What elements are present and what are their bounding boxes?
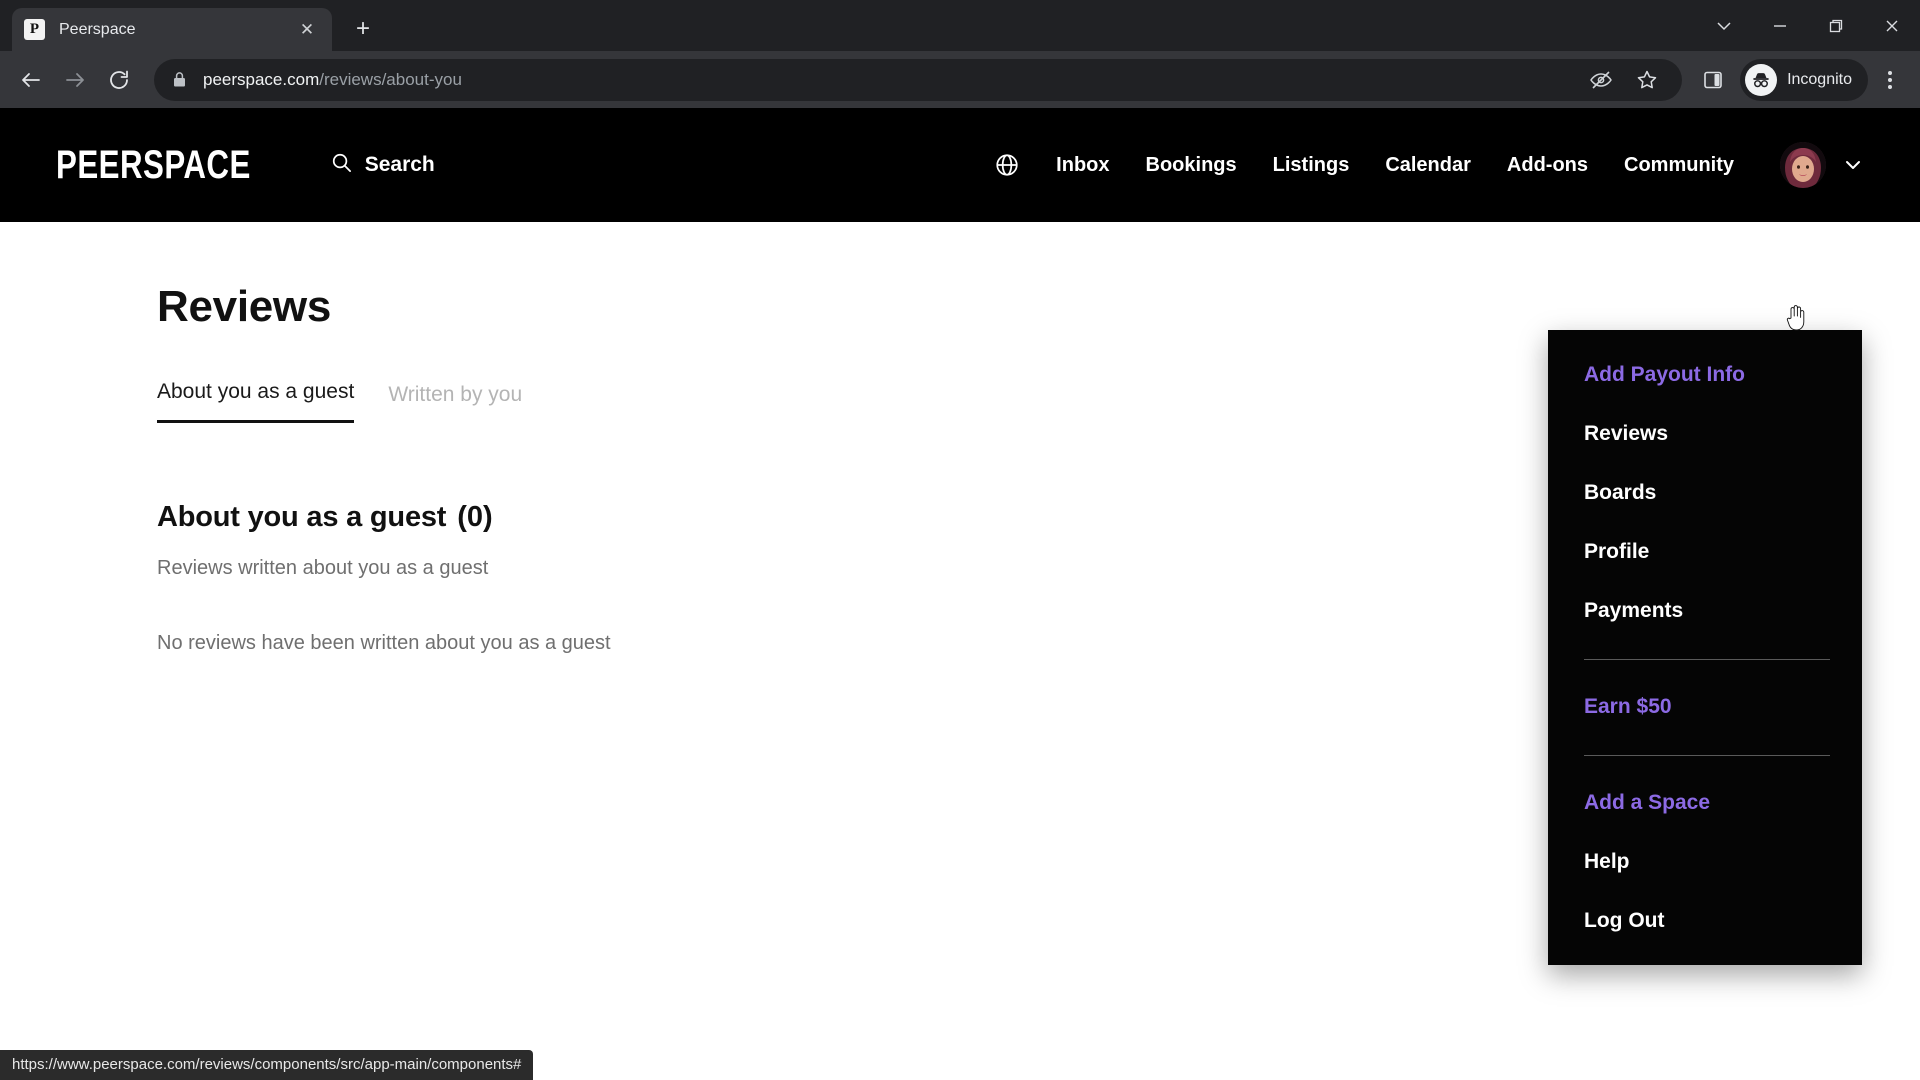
dropdown-item-boards[interactable]: Boards: [1548, 482, 1862, 503]
tab-written-by-you[interactable]: Written by you: [388, 383, 522, 423]
dropdown-item-reviews[interactable]: Reviews: [1548, 423, 1862, 444]
browser-window: P Peerspace ✕ + peerspace.com/reviews/ab…: [0, 0, 1920, 1080]
section-count: (0): [457, 501, 493, 533]
tab-strip: P Peerspace ✕ +: [0, 0, 1920, 51]
tracking-protection-icon[interactable]: [1580, 59, 1622, 101]
account-dropdown-menu: Add Payout Info Reviews Boards Profile P…: [1548, 330, 1862, 965]
account-menu-trigger[interactable]: [1780, 142, 1864, 188]
dropdown-item-payments[interactable]: Payments: [1548, 600, 1862, 621]
incognito-icon: [1745, 63, 1778, 96]
page-viewport: PEERSPACE Search Inbox Bookings Listings…: [0, 108, 1920, 1080]
language-globe-icon[interactable]: [994, 152, 1020, 178]
nav-item-listings[interactable]: Listings: [1273, 154, 1350, 177]
lock-icon: [172, 71, 187, 88]
side-panel-icon[interactable]: [1692, 59, 1734, 101]
restore-icon[interactable]: [1808, 0, 1864, 51]
chevron-down-icon[interactable]: [1842, 154, 1864, 176]
tab-title: Peerspace: [59, 20, 136, 38]
search-button[interactable]: Search: [330, 151, 435, 179]
url-text: peerspace.com/reviews/about-you: [203, 70, 1580, 90]
tab-favicon-icon: P: [24, 19, 45, 40]
back-icon[interactable]: [10, 59, 52, 101]
section-title: About you as a guest: [157, 501, 447, 533]
browser-toolbar: peerspace.com/reviews/about-you Incognit…: [0, 51, 1920, 108]
dropdown-divider: [1584, 659, 1830, 660]
search-icon: [330, 151, 353, 179]
dropdown-item-earn-50[interactable]: Earn $50: [1548, 696, 1862, 717]
dropdown-item-add-payout-info[interactable]: Add Payout Info: [1548, 364, 1862, 385]
nav-item-community[interactable]: Community: [1624, 154, 1734, 177]
site-header: PEERSPACE Search Inbox Bookings Listings…: [0, 108, 1920, 222]
avatar[interactable]: [1780, 142, 1826, 188]
dropdown-item-add-a-space[interactable]: Add a Space: [1548, 792, 1862, 813]
dropdown-item-profile[interactable]: Profile: [1548, 541, 1862, 562]
omnibox-actions: [1580, 59, 1668, 101]
nav-item-inbox[interactable]: Inbox: [1056, 154, 1109, 177]
tab-search-chevron-down-icon[interactable]: [1696, 0, 1752, 51]
primary-nav: Inbox Bookings Listings Calendar Add-ons…: [994, 142, 1920, 188]
browser-menu-icon[interactable]: [1870, 59, 1910, 101]
url-domain: peerspace.com: [203, 69, 320, 89]
incognito-label: Incognito: [1787, 70, 1852, 88]
bookmark-star-icon[interactable]: [1626, 59, 1668, 101]
dropdown-divider: [1584, 755, 1830, 756]
dropdown-item-help[interactable]: Help: [1548, 851, 1862, 872]
nav-item-calendar[interactable]: Calendar: [1385, 154, 1471, 177]
window-controls: [1696, 0, 1920, 51]
nav-item-add-ons[interactable]: Add-ons: [1507, 154, 1588, 177]
close-tab-icon[interactable]: ✕: [294, 17, 320, 43]
close-window-icon[interactable]: [1864, 0, 1920, 51]
url-path: /reviews/about-you: [319, 69, 462, 89]
status-bar-url: https://www.peerspace.com/reviews/compon…: [0, 1050, 534, 1080]
dropdown-item-log-out[interactable]: Log Out: [1548, 910, 1862, 931]
minimize-icon[interactable]: [1752, 0, 1808, 51]
forward-icon[interactable]: [54, 59, 96, 101]
search-label: Search: [364, 153, 435, 176]
browser-tab[interactable]: P Peerspace ✕: [12, 8, 332, 51]
address-bar[interactable]: peerspace.com/reviews/about-you: [154, 58, 1683, 101]
page-title: Reviews: [157, 282, 332, 331]
new-tab-icon[interactable]: +: [346, 12, 380, 46]
nav-item-bookings[interactable]: Bookings: [1146, 154, 1237, 177]
reload-icon[interactable]: [98, 59, 140, 101]
incognito-profile-chip[interactable]: Incognito: [1740, 58, 1868, 101]
tab-about-you-as-a-guest[interactable]: About you as a guest: [157, 380, 355, 423]
peerspace-logo[interactable]: PEERSPACE: [56, 142, 251, 188]
favicon-letter: P: [29, 21, 40, 37]
